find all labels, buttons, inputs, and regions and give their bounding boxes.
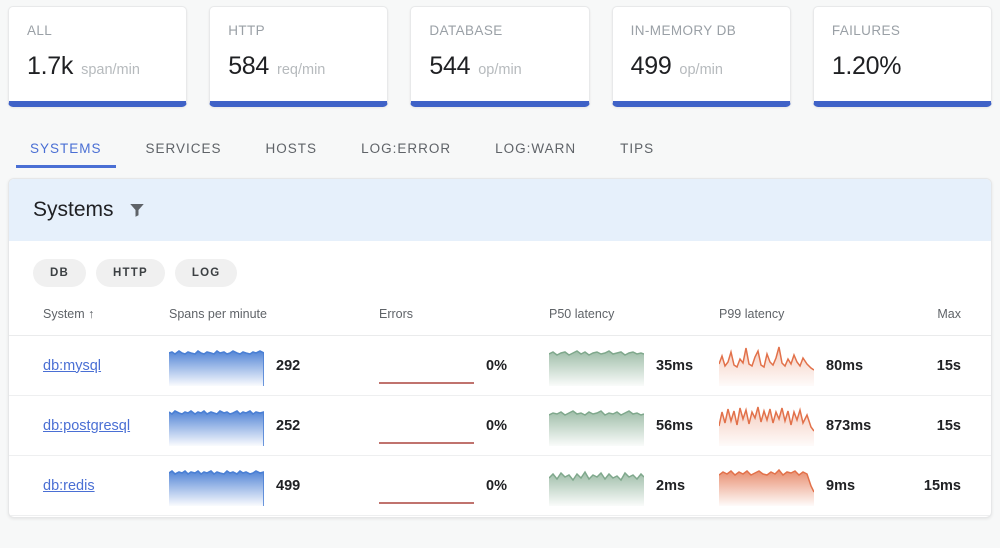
system-link[interactable]: db:redis (9, 478, 95, 494)
chip-db[interactable]: DB (33, 259, 86, 287)
cell-max: 15ms (899, 456, 991, 516)
metric-card-unit: op/min (478, 62, 522, 78)
metric-card-value: 584 (228, 52, 269, 81)
panel-header: Systems (9, 179, 991, 241)
metric-card[interactable]: FAILURES 1.20% (813, 6, 992, 107)
metric-card-label: ALL (27, 23, 168, 38)
cell-p99: 873ms (719, 396, 899, 456)
table-header-row: System ↑ Spans per minute Errors P50 lat… (9, 297, 991, 336)
tab-hosts[interactable]: HOSTS (244, 141, 340, 168)
cell-p50: 56ms (549, 396, 719, 456)
errors-sparkline (379, 406, 474, 446)
systems-table: System ↑ Spans per minute Errors P50 lat… (9, 297, 991, 516)
funnel-icon[interactable] (128, 201, 146, 219)
metric-card-value-row: 1.20% (832, 52, 973, 81)
tab-systems[interactable]: SYSTEMS (8, 141, 124, 168)
metric-card[interactable]: DATABASE 544 op/min (410, 6, 589, 107)
column-header-spans[interactable]: Spans per minute (169, 297, 379, 336)
errors-value: 0% (486, 358, 507, 374)
cell-system: db:postgresql (9, 396, 169, 456)
cell-system: db:mysql (9, 336, 169, 396)
errors-sparkline (379, 466, 474, 506)
cell-spans: 252 (169, 396, 379, 456)
cell-spans: 292 (169, 336, 379, 396)
metric-card-value-row: 584 req/min (228, 52, 369, 81)
column-header-errors[interactable]: Errors (379, 297, 549, 336)
metric-card-value-row: 544 op/min (429, 52, 570, 81)
table-row[interactable]: db:postgresql 252 (9, 396, 991, 456)
tab-bar: SYSTEMS SERVICES HOSTS LOG:ERROR LOG:WAR… (0, 112, 1000, 168)
column-header-p99[interactable]: P99 latency (719, 297, 899, 336)
metric-card-value: 1.20% (832, 52, 901, 81)
spans-value: 499 (276, 478, 300, 494)
column-header-max[interactable]: Max (899, 297, 991, 336)
chip-log[interactable]: LOG (175, 259, 238, 287)
metric-card[interactable]: IN-MEMORY DB 499 op/min (612, 6, 791, 107)
table-body: db:mysql 292 (9, 336, 991, 516)
cell-p50: 35ms (549, 336, 719, 396)
chip-http[interactable]: HTTP (96, 259, 165, 287)
cell-errors: 0% (379, 456, 549, 516)
tab-tips[interactable]: TIPS (598, 141, 676, 168)
p99-value: 80ms (826, 358, 863, 374)
p99-sparkline (719, 466, 814, 506)
p99-sparkline (719, 346, 814, 386)
metric-card-unit: req/min (277, 62, 325, 78)
cell-p99: 80ms (719, 336, 899, 396)
tab-log-error[interactable]: LOG:ERROR (339, 141, 473, 168)
tab-log-warn[interactable]: LOG:WARN (473, 141, 598, 168)
table-header: System ↑ Spans per minute Errors P50 lat… (9, 297, 991, 336)
cell-p99: 9ms (719, 456, 899, 516)
p99-value: 9ms (826, 478, 855, 494)
errors-value: 0% (486, 418, 507, 434)
cell-max: 15s (899, 336, 991, 396)
column-header-p50[interactable]: P50 latency (549, 297, 719, 336)
metric-cards-row: ALL 1.7k span/min HTTP 584 req/min DATAB… (0, 0, 1000, 112)
metric-card-value: 544 (429, 52, 470, 81)
metric-card-label: IN-MEMORY DB (631, 23, 772, 38)
metric-card-unit: op/min (679, 62, 723, 78)
p99-value: 873ms (826, 418, 871, 434)
systems-panel: Systems DB HTTP LOG System ↑ Spans per m… (8, 178, 992, 518)
metric-card-label: HTTP (228, 23, 369, 38)
table-row[interactable]: db:redis 499 (9, 456, 991, 516)
table-row[interactable]: db:mysql 292 (9, 336, 991, 396)
errors-value: 0% (486, 478, 507, 494)
tab-services[interactable]: SERVICES (124, 141, 244, 168)
filter-chips: DB HTTP LOG (9, 241, 991, 297)
spans-sparkline (169, 346, 264, 386)
p50-value: 56ms (656, 418, 693, 434)
p50-sparkline (549, 346, 644, 386)
column-header-system[interactable]: System ↑ (9, 297, 169, 336)
p50-value: 35ms (656, 358, 693, 374)
errors-sparkline (379, 346, 474, 386)
spans-sparkline (169, 406, 264, 446)
metric-card-value-row: 499 op/min (631, 52, 772, 81)
system-link[interactable]: db:mysql (9, 358, 101, 374)
spans-value: 292 (276, 358, 300, 374)
metric-card-label: FAILURES (832, 23, 973, 38)
metric-card[interactable]: ALL 1.7k span/min (8, 6, 187, 107)
metric-card-value-row: 1.7k span/min (27, 52, 168, 81)
cell-errors: 0% (379, 396, 549, 456)
p99-sparkline (719, 406, 814, 446)
spans-value: 252 (276, 418, 300, 434)
p50-sparkline (549, 406, 644, 446)
cell-p50: 2ms (549, 456, 719, 516)
metric-card[interactable]: HTTP 584 req/min (209, 6, 388, 107)
metric-card-label: DATABASE (429, 23, 570, 38)
cell-spans: 499 (169, 456, 379, 516)
system-link[interactable]: db:postgresql (9, 418, 130, 434)
cell-errors: 0% (379, 336, 549, 396)
p50-value: 2ms (656, 478, 685, 494)
metric-card-unit: span/min (81, 62, 140, 78)
metric-card-value: 499 (631, 52, 672, 81)
p50-sparkline (549, 466, 644, 506)
panel-title: Systems (33, 198, 114, 222)
spans-sparkline (169, 466, 264, 506)
cell-system: db:redis (9, 456, 169, 516)
cell-max: 15s (899, 396, 991, 456)
metric-card-value: 1.7k (27, 52, 73, 81)
